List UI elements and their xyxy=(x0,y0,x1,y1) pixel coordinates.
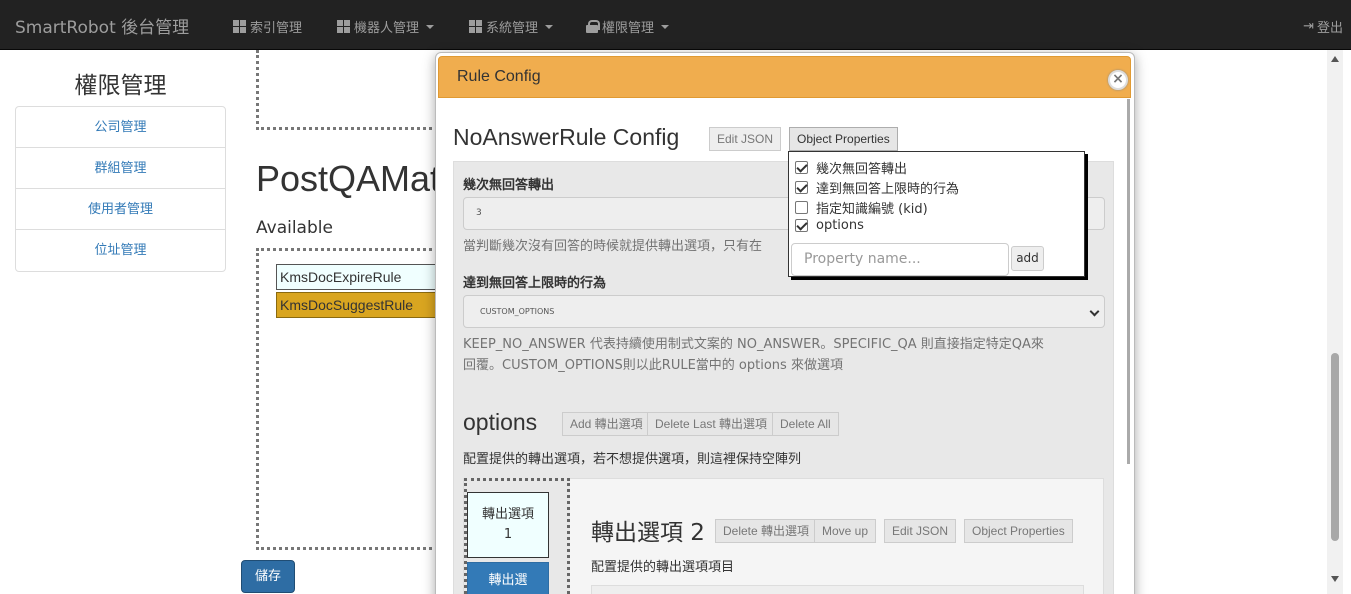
select-value: CUSTOM_OPTIONS xyxy=(480,307,555,316)
tab-option-2[interactable]: 轉出選 xyxy=(467,562,549,594)
delete-all-button[interactable]: Delete All xyxy=(772,412,839,436)
lock-icon xyxy=(586,20,600,33)
save-button[interactable]: 儲存 xyxy=(241,560,295,593)
field-label-limit-behavior: 達到無回答上限時的行為 xyxy=(463,276,607,291)
option-2-help: 配置提供的轉出選項項目 xyxy=(591,560,735,575)
property-label: 達到無回答上限時的行為 xyxy=(816,182,960,197)
rule-item-expire[interactable]: KmsDocExpireRule xyxy=(276,264,446,290)
logout-icon: ⇥ xyxy=(1303,19,1314,34)
property-checkbox[interactable] xyxy=(795,201,808,214)
property-name-input[interactable]: Property name... xyxy=(791,243,1009,276)
scroll-thumb[interactable] xyxy=(1331,353,1339,541)
grid-icon xyxy=(233,20,246,33)
limit-behavior-help-1: KEEP_NO_ANSWER 代表持續使用制式文案的 NO_ANSWER。SPE… xyxy=(463,337,1044,352)
nav-index-management[interactable]: 索引管理 xyxy=(233,17,302,36)
modal-scrollbar[interactable] xyxy=(1126,99,1132,469)
property-row[interactable]: options xyxy=(795,218,864,233)
option-2-title: 轉出選項 2 xyxy=(591,520,705,546)
page-scrollbar[interactable] xyxy=(1327,50,1343,594)
page-title: PostQAMat xyxy=(256,158,441,199)
rule-config-modal: Rule Config × NoAnswerRule Config Edit J… xyxy=(435,52,1135,594)
add-property-button[interactable]: add xyxy=(1011,246,1044,271)
grid-icon xyxy=(337,20,350,33)
property-row[interactable]: 達到無回答上限時的行為 xyxy=(795,178,959,197)
options-title: options xyxy=(463,409,538,435)
field-label-no-answer-count: 幾次無回答轉出 xyxy=(463,178,555,193)
logout-label: 登出 xyxy=(1316,21,1343,36)
available-label: Available xyxy=(256,218,333,238)
tab-option-1[interactable]: 轉出選項 1 xyxy=(467,492,549,558)
delete-last-option-button[interactable]: Delete Last 轉出選項 xyxy=(647,412,776,436)
grid-icon xyxy=(469,20,482,33)
property-label: 指定知識編號 (kid) xyxy=(816,202,928,217)
nav-permission-management[interactable]: 權限管理 xyxy=(586,17,670,36)
options-help: 配置提供的轉出選項，若不想提供選項，則這裡保持空陣列 xyxy=(463,452,802,467)
edit-json-button[interactable]: Edit JSON xyxy=(709,127,782,151)
move-up-button[interactable]: Move up xyxy=(814,519,877,543)
no-answer-count-help: 當判斷幾次沒有回答的時候就提供轉出選項，只有在 xyxy=(463,239,763,254)
object-properties-popup: 幾次無回答轉出 達到無回答上限時的行為 指定知識編號 (kid) options… xyxy=(788,151,1085,277)
delete-option-button[interactable]: Delete 轉出選項 xyxy=(715,519,818,543)
modal-scroll-thumb[interactable] xyxy=(1127,99,1130,464)
limit-behavior-help-2: 回覆。CUSTOM_OPTIONS則以此RULE當中的 options 來做選項 xyxy=(463,358,843,373)
sidebar-item-group[interactable]: 群組管理 xyxy=(16,148,225,189)
top-navbar: SmartRobot 後台管理 索引管理 機器人管理 系統管理 權限管理 ⇥ 登… xyxy=(0,0,1351,50)
sidebar-item-address[interactable]: 位址管理 xyxy=(16,230,225,271)
sidebar-item-company[interactable]: 公司管理 xyxy=(16,107,225,148)
option-2-content xyxy=(591,585,1084,594)
nav-robot-management[interactable]: 機器人管理 xyxy=(337,17,435,36)
brand[interactable]: SmartRobot 後台管理 xyxy=(15,13,189,38)
rule-item-suggest[interactable]: KmsDocSuggestRule xyxy=(276,292,446,318)
close-icon[interactable]: × xyxy=(1108,70,1128,90)
option-object-properties-button[interactable]: Object Properties xyxy=(964,519,1073,543)
scroll-up-icon[interactable] xyxy=(1331,56,1339,62)
sidebar-menu: 公司管理 群組管理 使用者管理 位址管理 xyxy=(15,106,226,272)
nav-label: 機器人管理 xyxy=(354,21,420,36)
chevron-down-icon xyxy=(1089,306,1100,317)
property-label: options xyxy=(816,218,864,233)
logout-link[interactable]: ⇥ 登出 xyxy=(1303,17,1343,36)
modal-header: Rule Config × xyxy=(438,56,1131,98)
caret-down-icon xyxy=(426,24,435,29)
modal-title: Rule Config xyxy=(457,68,541,85)
object-properties-button[interactable]: Object Properties xyxy=(789,127,898,151)
property-checkbox[interactable] xyxy=(795,181,808,194)
caret-down-icon xyxy=(545,24,554,29)
scroll-down-icon[interactable] xyxy=(1331,576,1339,582)
caret-down-icon xyxy=(661,24,670,29)
sidebar-item-user[interactable]: 使用者管理 xyxy=(16,189,225,230)
property-row[interactable]: 指定知識編號 (kid) xyxy=(795,198,928,217)
nav-label: 索引管理 xyxy=(250,21,303,36)
add-option-button[interactable]: Add 轉出選項 xyxy=(562,412,651,436)
nav-label: 系統管理 xyxy=(486,21,539,36)
limit-behavior-select[interactable]: CUSTOM_OPTIONS xyxy=(463,295,1105,328)
option-edit-json-button[interactable]: Edit JSON xyxy=(884,519,957,543)
property-checkbox[interactable] xyxy=(795,219,808,232)
property-label: 幾次無回答轉出 xyxy=(816,162,908,177)
top-drop-zone xyxy=(256,50,456,130)
property-checkbox[interactable] xyxy=(795,161,808,174)
property-row[interactable]: 幾次無回答轉出 xyxy=(795,158,907,177)
sidebar-title: 權限管理 xyxy=(74,73,167,99)
config-title: NoAnswerRule Config xyxy=(453,124,680,150)
nav-system-management[interactable]: 系統管理 xyxy=(469,17,554,36)
nav-label: 權限管理 xyxy=(602,21,655,36)
